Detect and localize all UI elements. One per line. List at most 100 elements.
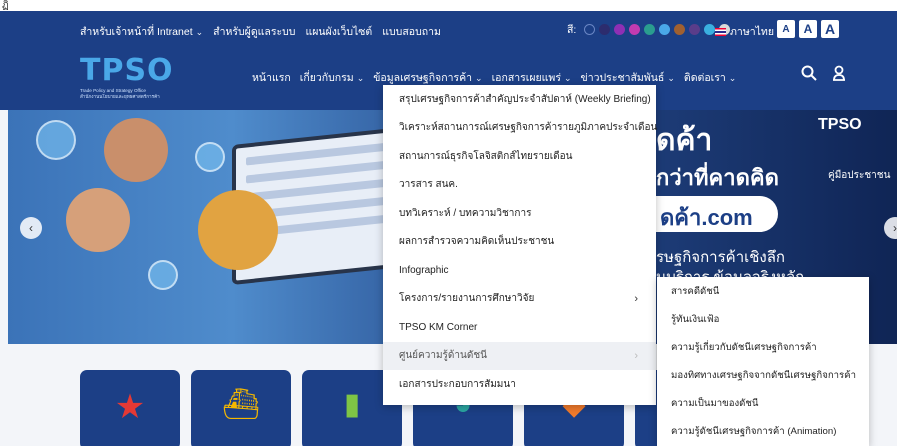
submenu-item[interactable]: ความรู้เกี่ยวกับดัชนีเศรษฐกิจการค้า — [657, 333, 869, 361]
dropdown-item[interactable]: บทวิเคราะห์ / บทความวิชาการ — [383, 199, 656, 228]
dropdown-item-label: เอกสารประกอบการสัมมนา — [399, 378, 516, 390]
color-option[interactable] — [599, 24, 611, 35]
survey-link[interactable]: แบบสอบถาม — [382, 23, 441, 40]
top-strip: ฏิ — [0, 0, 897, 11]
hero-next-arrow[interactable]: › — [884, 217, 897, 239]
nav-contact[interactable]: ติดต่อเรา ⌄ — [684, 69, 736, 86]
intranet-link-label: สำหรับเจ้าหน้าที่ Intranet — [80, 26, 193, 38]
chevron-down-icon: ⌄ — [667, 73, 675, 83]
thai-flag-icon — [715, 27, 726, 36]
dropdown-item[interactable]: ผลการสำรวจความคิดเห็นประชาชน — [383, 228, 656, 257]
language-switch[interactable]: ภาษาไทย — [715, 23, 774, 40]
chevron-down-icon: ⌄ — [728, 73, 737, 83]
search-icon[interactable] — [801, 65, 817, 81]
hero-person-man-hat — [198, 190, 278, 270]
color-option[interactable] — [584, 24, 596, 35]
dropdown-item-label: Infographic — [399, 264, 449, 276]
language-label: ภาษาไทย — [730, 26, 774, 38]
nav-publications-label: เอกสารเผยแพร่ — [491, 72, 561, 84]
hero-url-text: ดค้า.com — [660, 205, 753, 230]
ship-icon: ⛴ — [221, 388, 261, 421]
hero-tpso-badge: TPSO — [818, 116, 862, 133]
page: ฏิ สำหรับเจ้าหน้าที่ Intranet ⌄ สำหรับผู้… — [0, 0, 897, 446]
submenu-item[interactable]: รู้ทันเงินเฟ้อ — [657, 305, 869, 333]
dropdown-item[interactable]: วิเคราะห์สถานการณ์เศรษฐกิจการค้ารายภูมิภ… — [383, 114, 658, 143]
color-option[interactable] — [614, 24, 626, 35]
dropdown-item[interactable]: TPSO KM Corner — [383, 313, 656, 342]
dropdown-item-label: สถานการณ์ธุรกิจโลจิสติกส์ไทยรายเดือน — [399, 150, 573, 162]
logo-text: TPSO — [80, 53, 174, 88]
submenu-item[interactable]: ความเป็นมาของดัชนี — [657, 389, 869, 417]
chevron-down-icon: ⌄ — [564, 73, 572, 83]
dropdown-item-label: สรุปเศรษฐกิจการค้าสำคัญประจำสัปดาห์ (Wee… — [399, 93, 651, 105]
color-option[interactable] — [629, 24, 641, 35]
hero-person-man-left — [66, 188, 130, 252]
dropdown-item-research[interactable]: โครงการ/รายงานการศึกษาวิจัย › — [383, 285, 656, 314]
hero-title: ดค้า — [656, 124, 713, 157]
nav-news[interactable]: ข่าวประชาสัมพันธ์ ⌄ — [581, 69, 675, 86]
hero-decor-circle — [148, 260, 178, 290]
dropdown-item-label: วารสาร สนค. — [399, 179, 458, 191]
hero-decor-circle — [195, 142, 225, 172]
nav-trade-data[interactable]: ข้อมูลเศรษฐกิจการค้า ⌄ — [373, 69, 482, 86]
submenu-item[interactable]: สารคดีดัชนี — [657, 277, 869, 305]
font-size-medium-button[interactable]: A — [799, 20, 817, 38]
hero-line-1: รษฐกิจการค้าเชิงลึก — [656, 249, 786, 266]
color-option[interactable] — [644, 24, 656, 35]
nav-news-label: ข่าวประชาสัมพันธ์ — [580, 72, 665, 84]
dropdown-item-label: โครงการ/รายงานการศึกษาวิจัย — [399, 293, 535, 305]
hero-url-pill: ดค้า.com — [638, 196, 778, 232]
utility-bar: สำหรับเจ้าหน้าที่ Intranet ⌄ สำหรับผู้ดูแ… — [0, 11, 897, 49]
font-size-small-button[interactable]: A — [777, 20, 795, 38]
chevron-right-icon: › — [634, 292, 638, 305]
intranet-link[interactable]: สำหรับเจ้าหน้าที่ Intranet ⌄ — [80, 23, 203, 40]
dropdown-item-index-center[interactable]: ศูนย์ความรู้ด้านดัชนี › — [383, 341, 656, 370]
chevron-right-icon: › — [634, 349, 638, 362]
star-icon: ★ — [114, 388, 146, 426]
color-option[interactable] — [689, 24, 701, 35]
dropdown-item[interactable]: Infographic — [383, 256, 656, 285]
submenu-item[interactable]: ความรู้ดัชนีเศรษฐกิจการค้า (Animation) — [657, 417, 869, 445]
dropdown-item[interactable]: สรุปเศรษฐกิจการค้าสำคัญประจำสัปดาห์ (Wee… — [383, 85, 656, 114]
font-size-large-button[interactable]: A — [821, 20, 839, 38]
nav-about[interactable]: เกี่ยวกับกรม ⌄ — [300, 69, 364, 86]
color-option[interactable] — [704, 24, 716, 35]
nav-trade-data-label: ข้อมูลเศรษฐกิจการค้า — [373, 72, 473, 84]
hero-person-woman — [104, 118, 168, 182]
color-label: สี: — [567, 24, 577, 36]
submenu-item[interactable]: มองทิศทางเศรษฐกิจจากดัชนีเศรษฐกิจการค้า — [657, 361, 869, 389]
hero-prev-arrow[interactable]: ‹ — [20, 217, 42, 239]
nav-home[interactable]: หน้าแรก — [252, 69, 291, 86]
font-size-controls: A A A — [777, 20, 839, 38]
sitemap-link[interactable]: แผนผังเว็บไซต์ — [305, 23, 372, 40]
nav-about-label: เกี่ยวกับกรม — [299, 72, 354, 84]
hero-decor-circle — [36, 120, 76, 160]
nav-contact-label: ติดต่อเรา — [683, 72, 726, 84]
chevron-down-icon: ⌄ — [195, 27, 204, 37]
service-card[interactable]: ★ — [80, 370, 180, 446]
user-icon[interactable] — [831, 65, 847, 81]
dropdown-item[interactable]: วารสาร สนค. — [383, 171, 656, 200]
dropdown-item-label: วิเคราะห์สถานการณ์เศรษฐกิจการค้ารายภูมิภ… — [399, 122, 658, 134]
chevron-down-icon: ⌄ — [356, 73, 365, 83]
dropdown-item-label: ผลการสำรวจความคิดเห็นประชาชน — [399, 236, 555, 248]
color-option[interactable] — [659, 24, 671, 35]
index-center-submenu: สารคดีดัชนี รู้ทันเงินเฟ้อ ความรู้เกี่ยว… — [657, 277, 869, 446]
utility-links: สำหรับเจ้าหน้าที่ Intranet ⌄ สำหรับผู้ดูแ… — [80, 23, 441, 40]
admin-link[interactable]: สำหรับผู้ดูแลระบบ — [213, 23, 295, 40]
service-card[interactable]: ⛴ — [191, 370, 291, 446]
dropdown-item[interactable]: สถานการณ์ธุรกิจโลจิสติกส์ไทยรายเดือน — [383, 142, 656, 171]
logo-tagline-th: สำนักงานนโยบายและยุทธศาสตร์การค้า — [80, 94, 160, 99]
nav-publications[interactable]: เอกสารเผยแพร่ ⌄ — [492, 69, 572, 86]
dropdown-item-label: ศูนย์ความรู้ด้านดัชนี — [399, 350, 487, 362]
header-icons — [801, 65, 847, 81]
tpso-logo[interactable]: TPSO Trade Policy and Strategy Office สำ… — [80, 53, 174, 99]
dropdown-item[interactable]: เอกสารประกอบการสัมมนา — [383, 370, 656, 399]
color-option[interactable] — [674, 24, 686, 35]
dropdown-item-label: บทวิเคราะห์ / บทความวิชาการ — [399, 207, 532, 219]
trade-data-dropdown: สรุปเศรษฐกิจการค้าสำคัญประจำสัปดาห์ (Wee… — [383, 85, 658, 405]
color-theme-picker: สี: — [567, 21, 731, 38]
chevron-down-icon: ⌄ — [475, 73, 483, 83]
citizen-manual-label[interactable]: คู่มือประชาชน — [828, 168, 890, 183]
hero-subtitle: กว่าที่คาดคิด — [656, 165, 779, 190]
